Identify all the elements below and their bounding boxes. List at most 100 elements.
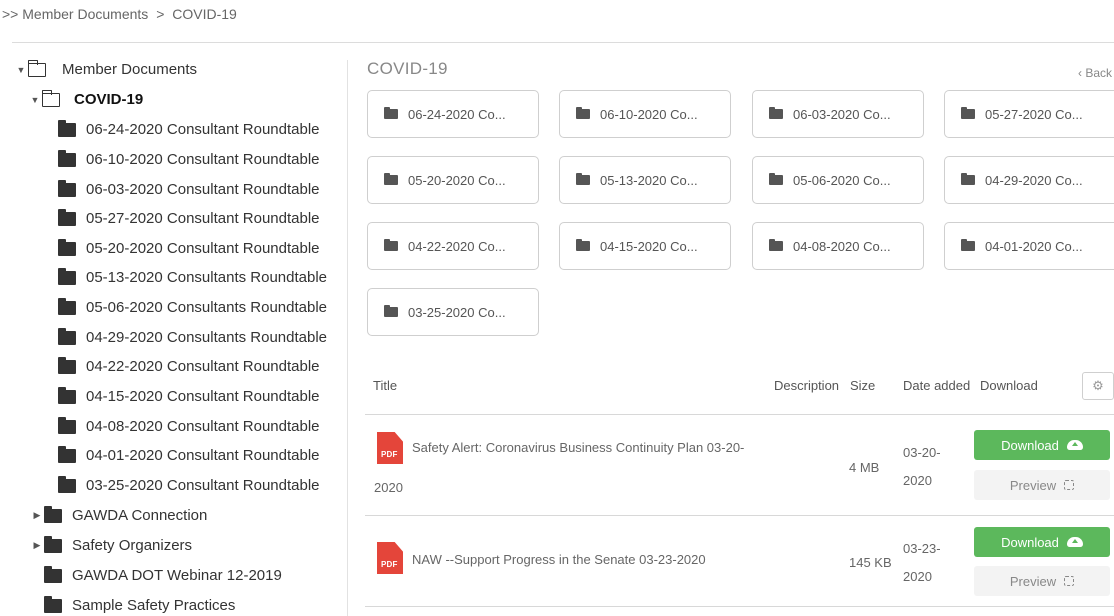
folder-card-label: 05-13-2020 Co... (600, 172, 698, 188)
folder-icon (961, 107, 975, 119)
tree-item[interactable]: 06-24-2020 Consultant Roundtable (58, 119, 320, 138)
folder-card-label: 06-24-2020 Co... (408, 106, 506, 122)
breadcrumb-current: COVID-19 (172, 6, 237, 22)
pdf-file-icon[interactable]: PDF (377, 542, 403, 574)
download-button[interactable]: Download (974, 527, 1110, 557)
folder-icon (58, 238, 76, 256)
folder-icon (58, 475, 76, 493)
back-link[interactable]: ‹ Back (1078, 66, 1112, 80)
folder-icon (576, 239, 590, 251)
folder-card[interactable]: 04-29-2020 Co... (944, 156, 1114, 204)
tree-item[interactable]: 05-06-2020 Consultants Roundtable (58, 297, 327, 316)
pdf-file-icon[interactable]: PDF (377, 432, 403, 464)
page-title: COVID-19 (367, 59, 448, 78)
folder-card[interactable]: 05-20-2020 Co... (367, 156, 539, 204)
tree-item[interactable]: 05-27-2020 Consultant Roundtable (58, 208, 320, 227)
header-divider (12, 42, 1114, 43)
cloud-upload-icon (1066, 537, 1083, 547)
folder-icon (58, 149, 76, 167)
breadcrumb-member-documents[interactable]: >> Member Documents (2, 6, 148, 22)
folder-icon (384, 107, 398, 119)
table-settings-button[interactable]: ⚙ (1082, 372, 1114, 400)
folder-icon (961, 173, 975, 185)
tree-item-label: 03-25-2020 Consultant Roundtable (86, 477, 320, 494)
download-label: Download (1001, 437, 1059, 453)
tree-item-label: GAWDA DOT Webinar 12-2019 (72, 567, 282, 584)
caret-down-icon[interactable]: ▼ (30, 95, 40, 105)
folder-card-label: 04-29-2020 Co... (985, 172, 1083, 188)
folder-icon (384, 173, 398, 185)
folder-card[interactable]: 06-24-2020 Co... (367, 90, 539, 138)
tree-item[interactable]: 06-10-2020 Consultant Roundtable (58, 149, 320, 168)
tree-item-label: 04-01-2020 Consultant Roundtable (86, 447, 320, 464)
folder-card-label: 03-25-2020 Co... (408, 304, 506, 320)
folder-card-label: 05-06-2020 Co... (793, 172, 891, 188)
document-size: 4 MB (849, 460, 880, 475)
document-title-continued[interactable]: 2020 (374, 480, 403, 495)
tree-folder-safety-organizers[interactable]: ▶ Safety Organizers (32, 535, 193, 554)
file-type-label: PDF (381, 560, 398, 569)
header-row-divider (365, 414, 1114, 415)
folder-icon (58, 208, 76, 226)
column-header-date-added[interactable]: Date added (903, 378, 970, 393)
folder-card-label: 04-15-2020 Co... (600, 238, 698, 254)
tree-folder-gawda-dot-webinar[interactable]: GAWDA DOT Webinar 12-2019 (44, 565, 282, 584)
folder-icon (769, 107, 783, 119)
document-date: 03-20- (903, 445, 941, 460)
folder-card-label: 05-20-2020 Co... (408, 172, 506, 188)
folder-card-label: 04-22-2020 Co... (408, 238, 506, 254)
folder-card-label: 06-03-2020 Co... (793, 106, 891, 122)
download-button[interactable]: Download (974, 430, 1110, 460)
tree-item-label: 04-08-2020 Consultant Roundtable (86, 418, 320, 435)
caret-right-icon[interactable]: ▶ (32, 510, 42, 521)
tree-item-label: 06-10-2020 Consultant Roundtable (86, 151, 320, 168)
caret-right-icon[interactable]: ▶ (32, 540, 42, 551)
folder-card-label: 05-27-2020 Co... (985, 106, 1083, 122)
folder-icon (58, 267, 76, 285)
tree-item[interactable]: 05-13-2020 Consultants Roundtable (58, 267, 327, 286)
folder-card[interactable]: 04-01-2020 Co... (944, 222, 1114, 270)
folder-card-label: 04-08-2020 Co... (793, 238, 891, 254)
tree-folder-gawda-connection[interactable]: ▶ GAWDA Connection (32, 505, 208, 524)
row-divider (365, 515, 1114, 516)
folder-card[interactable]: 05-13-2020 Co... (559, 156, 731, 204)
tree-item-label: 05-27-2020 Consultant Roundtable (86, 210, 320, 227)
folder-card[interactable]: 06-03-2020 Co... (752, 90, 924, 138)
row-divider (365, 606, 1114, 607)
document-title[interactable]: Safety Alert: Coronavirus Business Conti… (412, 440, 744, 455)
folder-card[interactable]: 03-25-2020 Co... (367, 288, 539, 336)
tree-root-member-documents[interactable]: ▼ Member Documents (16, 59, 197, 78)
tree-folder-sample-safety-practices[interactable]: Sample Safety Practices (44, 595, 235, 614)
folder-card[interactable]: 04-22-2020 Co... (367, 222, 539, 270)
column-header-size[interactable]: Size (850, 378, 875, 393)
folder-icon (44, 535, 62, 553)
tree-item[interactable]: 03-25-2020 Consultant Roundtable (58, 475, 320, 494)
tree-folder-covid19[interactable]: ▼ COVID-19 (30, 89, 143, 108)
tree-item[interactable]: 04-15-2020 Consultant Roundtable (58, 386, 320, 405)
column-header-download: Download (980, 378, 1038, 393)
folder-open-icon (27, 59, 46, 77)
preview-button[interactable]: Preview (974, 470, 1110, 500)
preview-button[interactable]: Preview (974, 566, 1110, 596)
folder-card[interactable]: 04-08-2020 Co... (752, 222, 924, 270)
column-header-title[interactable]: Title (373, 378, 397, 393)
tree-item[interactable]: 04-01-2020 Consultant Roundtable (58, 445, 320, 464)
document-title[interactable]: NAW --Support Progress in the Senate 03-… (412, 552, 706, 567)
tree-item[interactable]: 04-29-2020 Consultants Roundtable (58, 327, 327, 346)
folder-card[interactable]: 05-06-2020 Co... (752, 156, 924, 204)
folder-card[interactable]: 06-10-2020 Co... (559, 90, 731, 138)
tree-item-label: GAWDA Connection (72, 507, 208, 524)
document-date: 03-23- (903, 541, 941, 556)
folder-icon (58, 119, 76, 137)
caret-down-icon[interactable]: ▼ (16, 65, 26, 75)
tree-item-label: 06-03-2020 Consultant Roundtable (86, 181, 320, 198)
tree-item[interactable]: 06-03-2020 Consultant Roundtable (58, 179, 320, 198)
folder-card[interactable]: 04-15-2020 Co... (559, 222, 731, 270)
tree-item[interactable]: 05-20-2020 Consultant Roundtable (58, 238, 320, 257)
column-header-description[interactable]: Description (774, 378, 839, 393)
folder-card[interactable]: 05-27-2020 Co... (944, 90, 1114, 138)
folder-icon (58, 416, 76, 434)
tree-item[interactable]: 04-08-2020 Consultant Roundtable (58, 416, 320, 435)
tree-item-label: Safety Organizers (72, 537, 193, 554)
tree-item[interactable]: 04-22-2020 Consultant Roundtable (58, 356, 320, 375)
